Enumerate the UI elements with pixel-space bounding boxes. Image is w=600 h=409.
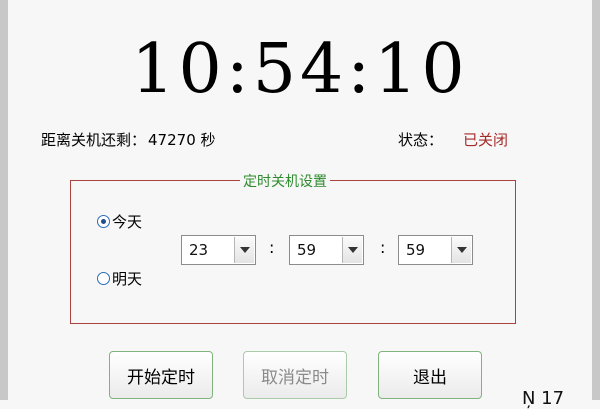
corner-text: Ņ 17 — [522, 388, 565, 409]
remaining-unit: 秒 — [200, 131, 216, 149]
minute-select[interactable]: 59 — [289, 235, 364, 265]
chevron-down-icon[interactable] — [451, 237, 471, 263]
cancel-timer-button[interactable]: 取消定时 — [243, 351, 347, 399]
radio-selected-icon[interactable] — [97, 215, 110, 228]
chevron-down-icon[interactable] — [234, 237, 254, 263]
exit-button[interactable]: 退出 — [378, 351, 482, 399]
start-timer-button[interactable]: 开始定时 — [109, 351, 213, 399]
shutdown-status: 状态： 已关闭 — [398, 129, 508, 150]
second-value: 59 — [406, 241, 426, 259]
time-separator: : — [380, 238, 386, 257]
remaining-time: 距离关机还剩： 47270 秒 — [41, 129, 216, 150]
status-value: 已关闭 — [463, 131, 509, 149]
radio-tomorrow[interactable]: 明天 — [97, 268, 142, 289]
remaining-value: 47270 — [148, 131, 196, 149]
time-separator: : — [269, 238, 275, 257]
radio-unselected-icon[interactable] — [97, 272, 110, 285]
radio-today-label: 今天 — [112, 213, 143, 231]
hour-value: 23 — [189, 241, 209, 259]
status-label: 状态： — [398, 131, 444, 149]
hour-select[interactable]: 23 — [181, 235, 256, 265]
remaining-label: 距离关机还剩： — [41, 131, 147, 149]
radio-today[interactable]: 今天 — [97, 211, 142, 232]
chevron-down-icon[interactable] — [342, 237, 362, 263]
radio-tomorrow-label: 明天 — [112, 270, 143, 288]
clock-display: 10:54:10 — [131, 30, 469, 109]
minute-value: 59 — [297, 241, 317, 259]
second-select[interactable]: 59 — [398, 235, 473, 265]
settings-group-title: 定时关机设置 — [240, 171, 330, 191]
